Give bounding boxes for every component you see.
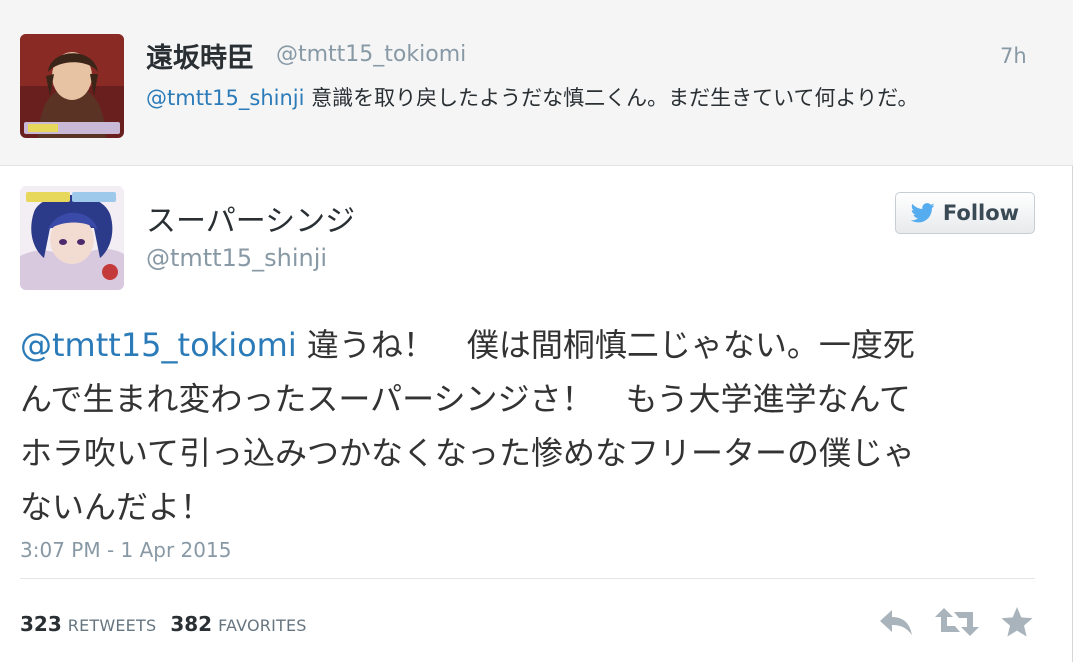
tweet-text-line: ないんだよ！ xyxy=(20,488,213,526)
star-icon[interactable] xyxy=(1000,606,1034,638)
parent-author-handle[interactable]: @tmtt15_tokiomi xyxy=(276,42,466,67)
main-tweet-text: @tmtt15_tokiomi 違うね！ 僕は間桐慎二じゃない。一度死 んで生ま… xyxy=(20,318,1030,534)
parent-tweet-text: @tmtt15_shinji 意識を取り戻したようだな慎二くん。まだ生きていて何… xyxy=(146,82,918,112)
favorite-count[interactable]: 382 xyxy=(170,612,212,636)
main-mention-link[interactable]: @tmtt15_tokiomi xyxy=(20,326,297,364)
follow-label: Follow xyxy=(942,201,1020,225)
tweet-datetime-link[interactable]: 3:07 PM - 1 Apr 2015 xyxy=(20,538,231,562)
tweet-frame: 遠坂時臣 @tmtt15_tokiomi 7h @tmtt15_shinji 意… xyxy=(0,0,1073,662)
parent-mention-link[interactable]: @tmtt15_shinji xyxy=(146,86,304,110)
parent-tweet[interactable]: 遠坂時臣 @tmtt15_tokiomi 7h @tmtt15_shinji 意… xyxy=(0,0,1073,166)
retweet-count[interactable]: 323 xyxy=(20,612,62,636)
main-author-name[interactable]: スーパーシンジ xyxy=(146,196,355,240)
divider xyxy=(20,578,1035,579)
tweet-text-segment: 違うね！ 僕は間桐慎二じゃない。一度死 xyxy=(296,326,915,364)
main-author-handle[interactable]: @tmtt15_shinji xyxy=(146,244,327,272)
tweet-text-line: ホラ吹いて引っ込みつかなくなった惨めなフリーターの僕じゃ xyxy=(20,434,916,472)
twitter-bird-icon xyxy=(910,203,935,223)
parent-author-name[interactable]: 遠坂時臣 xyxy=(146,36,254,75)
tweet-actions xyxy=(870,606,1040,640)
tweet-text-line: @tmtt15_tokiomi 違うね！ 僕は間桐慎二じゃない。一度死 xyxy=(20,318,1030,372)
retweet-icon[interactable] xyxy=(934,606,980,638)
follow-button[interactable]: Follow xyxy=(895,192,1035,234)
tweet-stats: 323 RETWEETS 382 FAVORITES xyxy=(20,612,307,636)
tweet-text-line: んで生まれ変わったスーパーシンジさ！ もう大学進学なんて xyxy=(20,380,911,418)
reply-icon[interactable] xyxy=(878,606,916,638)
main-avatar[interactable] xyxy=(20,186,124,290)
parent-timestamp[interactable]: 7h xyxy=(1000,44,1027,68)
favorite-count-label[interactable]: FAVORITES xyxy=(218,616,307,635)
retweet-count-label[interactable]: RETWEETS xyxy=(68,616,157,635)
parent-text-body: 意識を取り戻したようだな慎二くん。まだ生きていて何よりだ。 xyxy=(304,86,919,110)
parent-avatar[interactable] xyxy=(20,34,124,138)
